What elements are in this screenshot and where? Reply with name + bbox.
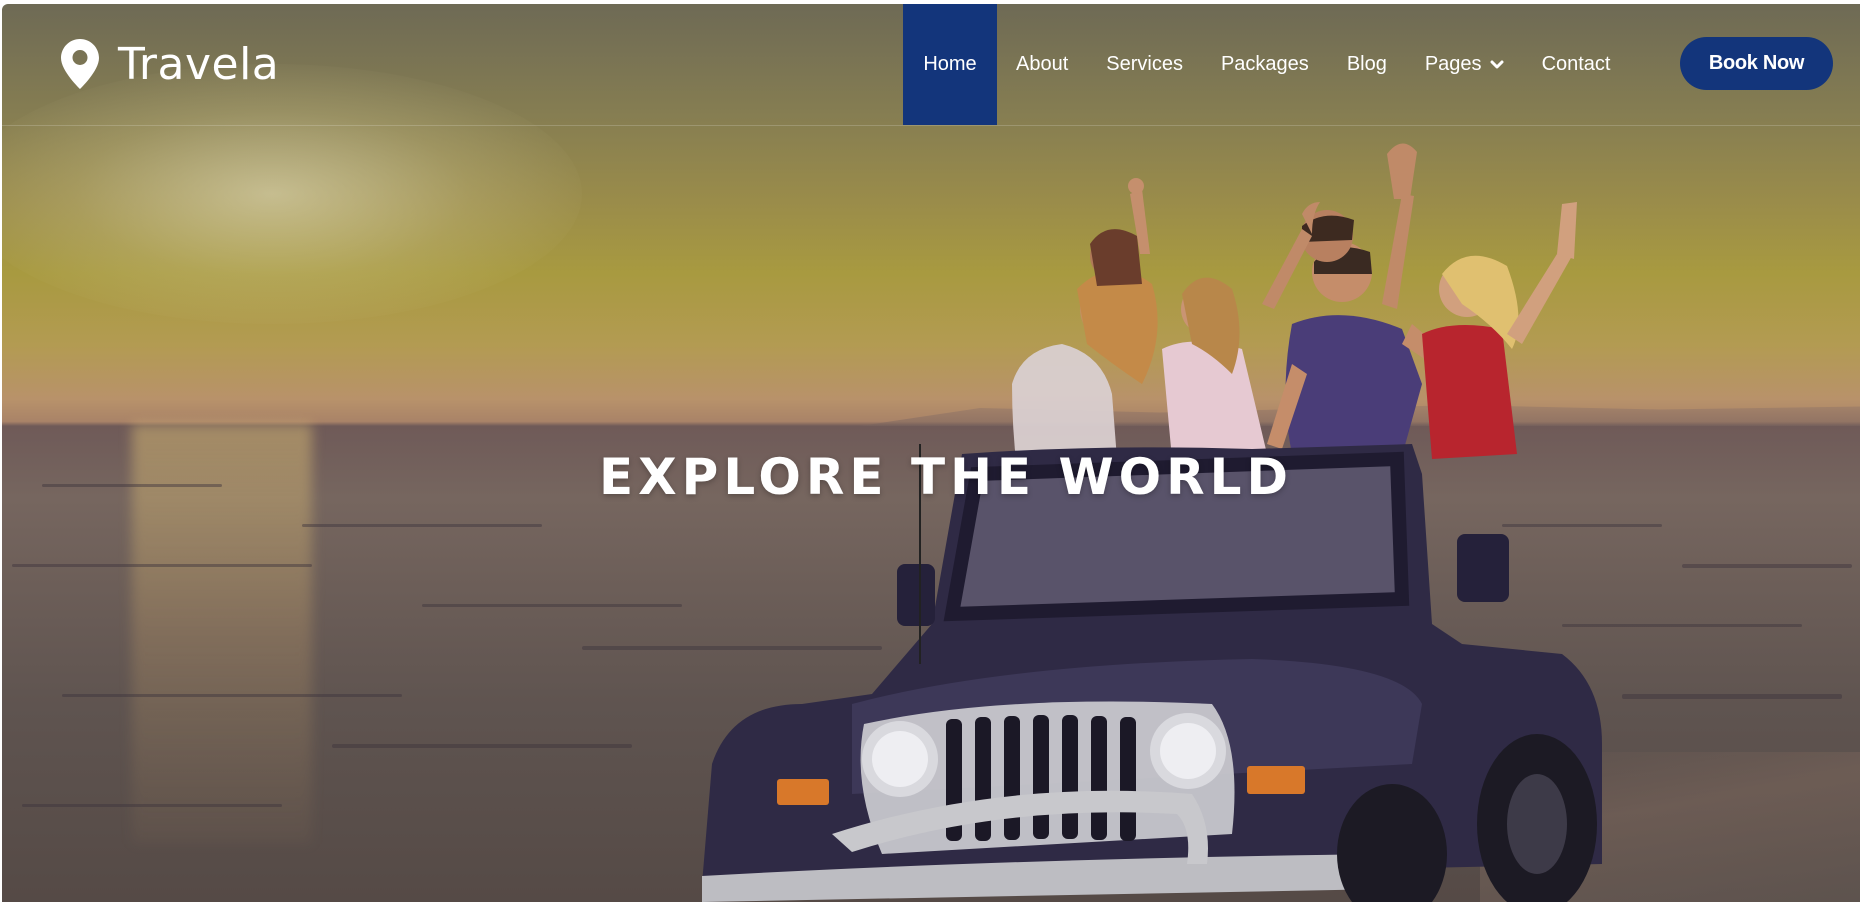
nav-item-label: Home <box>923 53 977 75</box>
nav-item-label: Services <box>1106 53 1183 75</box>
hero-title: EXPLORE THE WORLD <box>0 448 1860 506</box>
nav-item-services[interactable]: Services <box>1087 4 1202 125</box>
nav-item-home[interactable]: Home <box>903 4 997 125</box>
nav-item-packages[interactable]: Packages <box>1202 4 1328 125</box>
book-now-label: Book Now <box>1708 52 1805 74</box>
nav-item-about[interactable]: About <box>997 4 1087 125</box>
hero-title-text: EXPLORE THE WORLD <box>598 448 1294 506</box>
brand-logo[interactable]: Travela <box>60 34 279 94</box>
chevron-down-icon <box>1490 60 1504 68</box>
nav-item-label: Blog <box>1346 53 1387 75</box>
main-nav: Home About Services Packages Blog Pages <box>903 4 1630 125</box>
page: Travela Home About Services Packages Blo… <box>0 0 1860 902</box>
nav-item-contact[interactable]: Contact <box>1523 4 1630 125</box>
map-pin-icon <box>61 39 99 89</box>
site-header: Travela Home About Services Packages Blo… <box>2 4 1860 126</box>
brand-name: Travela <box>118 38 280 90</box>
jeep <box>702 444 1602 902</box>
nav-item-label: About <box>1016 53 1069 75</box>
nav-item-label: Packages <box>1220 53 1309 75</box>
nav-item-label: Pages <box>1424 53 1482 75</box>
nav-item-blog[interactable]: Blog <box>1328 4 1406 125</box>
nav-item-label: Contact <box>1541 53 1611 75</box>
book-now-button[interactable]: Book Now <box>1680 37 1833 90</box>
nav-item-pages[interactable]: Pages <box>1406 4 1523 125</box>
